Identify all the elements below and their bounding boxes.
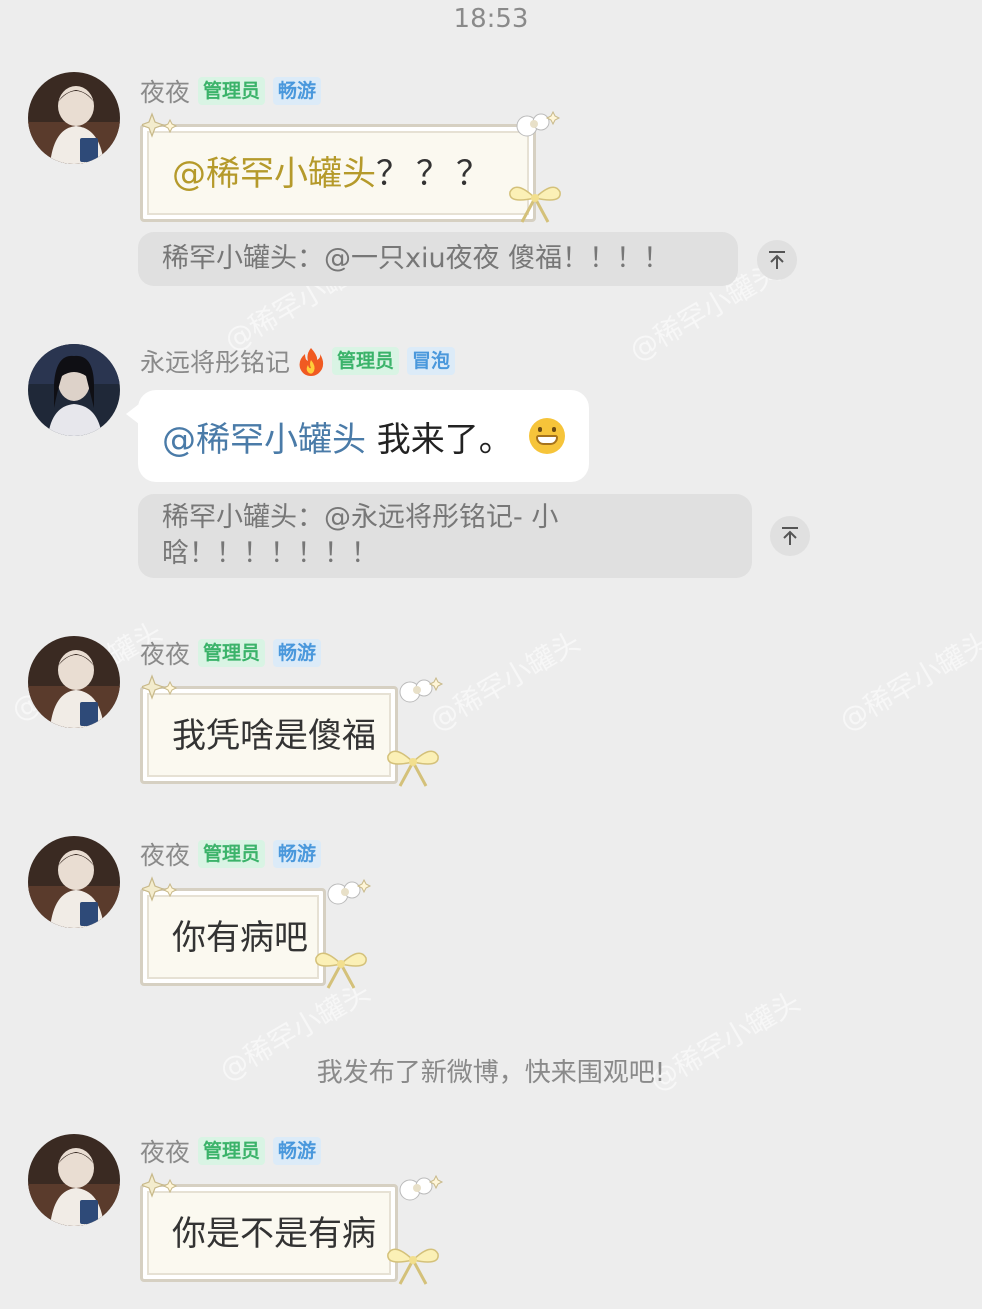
- bow-icon: [315, 952, 367, 989]
- level-badge: 畅游: [273, 639, 322, 667]
- sender-name[interactable]: 夜夜: [140, 836, 190, 872]
- message-text: @稀罕小罐头 ？？？: [172, 118, 496, 222]
- sender-name[interactable]: 夜夜: [140, 1133, 190, 1169]
- watermark: @稀罕小罐头: [833, 625, 982, 738]
- level-badge: 畅游: [273, 77, 322, 105]
- message-bubble[interactable]: 你有病吧: [140, 876, 372, 989]
- fire-icon: [299, 348, 324, 376]
- admin-badge: 管理员: [198, 77, 266, 105]
- avatar[interactable]: [28, 836, 120, 928]
- flower-icon: [327, 878, 372, 905]
- flower-icon: [399, 1174, 444, 1201]
- quote-text-line2: 晗！！！！！！！: [162, 538, 378, 569]
- message-bubble[interactable]: 我凭啥是傻福: [140, 674, 444, 787]
- flower-icon: [516, 110, 561, 137]
- pin-top-icon[interactable]: [770, 516, 810, 556]
- admin-badge: 管理员: [198, 840, 266, 868]
- level-badge: 冒泡: [407, 347, 456, 375]
- sender-row: 永远将彤铭记 管理员 冒泡: [140, 343, 456, 379]
- quoted-reply[interactable]: 稀罕小罐头：@一只xiu夜夜 傻福！！！！: [138, 232, 738, 286]
- flower-icon: [399, 676, 444, 703]
- message-body: ？？？: [376, 153, 496, 194]
- message-text: 我凭啥是傻福: [172, 715, 376, 756]
- avatar[interactable]: [28, 72, 120, 164]
- sender-row: 夜夜 管理员 畅游: [140, 635, 322, 671]
- message-bubble[interactable]: 你是不是有病: [140, 1172, 444, 1285]
- avatar[interactable]: [28, 1134, 120, 1226]
- message-bubble[interactable]: @稀罕小罐头 ？？？: [140, 110, 561, 223]
- mention[interactable]: @稀罕小罐头: [162, 412, 366, 461]
- sender-row: 夜夜 管理员 畅游: [140, 1133, 322, 1169]
- mention[interactable]: @稀罕小罐头: [172, 146, 376, 195]
- admin-badge: 管理员: [198, 1137, 266, 1165]
- message-body: 我来了。: [366, 419, 513, 460]
- sender-name[interactable]: 夜夜: [140, 73, 190, 109]
- message-text: 你是不是有病: [172, 1213, 376, 1254]
- quote-text-line1: 稀罕小罐头：@永远将彤铭记- 小: [162, 502, 559, 533]
- level-badge: 畅游: [273, 840, 322, 868]
- sender-name[interactable]: 夜夜: [140, 635, 190, 671]
- avatar[interactable]: [28, 636, 120, 728]
- system-notice[interactable]: 我发布了新微博，快来围观吧!: [0, 1052, 982, 1089]
- timestamp: 18:53: [453, 4, 529, 34]
- avatar[interactable]: [28, 344, 120, 436]
- admin-badge: 管理员: [332, 347, 400, 375]
- sender-row: 夜夜 管理员 畅游: [140, 73, 322, 109]
- bow-icon: [509, 186, 561, 223]
- level-badge: 畅游: [273, 1137, 322, 1165]
- sender-row: 夜夜 管理员 畅游: [140, 836, 322, 872]
- pin-top-icon[interactable]: [757, 240, 797, 280]
- quote-text: 稀罕小罐头：@一只xiu夜夜 傻福！！！！: [162, 243, 671, 274]
- grin-emoji-icon: [528, 418, 565, 454]
- bow-icon: [387, 750, 439, 787]
- sender-name[interactable]: 永远将彤铭记: [140, 343, 290, 379]
- bow-icon: [387, 1248, 439, 1285]
- message-bubble[interactable]: @稀罕小罐头 我来了。: [126, 390, 589, 482]
- quoted-reply[interactable]: 稀罕小罐头：@永远将彤铭记- 小 晗！！！！！！！: [138, 494, 752, 578]
- admin-badge: 管理员: [198, 639, 266, 667]
- message-text: 你有病吧: [172, 917, 308, 958]
